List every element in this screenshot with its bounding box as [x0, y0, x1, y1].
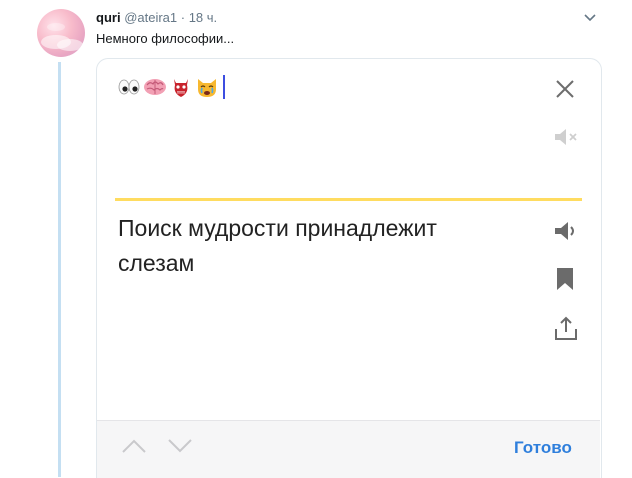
crying-cat-emoji [198, 79, 216, 97]
share-icon[interactable] [553, 315, 579, 341]
separator: · [177, 10, 189, 25]
close-icon[interactable] [554, 78, 576, 100]
eyes-emoji [118, 79, 140, 95]
tweet-text: Немного философии... [96, 31, 235, 46]
tweet-time[interactable]: 18 ч. [189, 10, 217, 25]
author-name[interactable]: quri [96, 10, 121, 25]
author-handle[interactable]: @ateira1 [124, 10, 177, 25]
chevron-up-icon[interactable] [121, 437, 147, 455]
done-button[interactable]: Готово [514, 438, 572, 458]
source-input[interactable] [117, 72, 225, 102]
avatar[interactable] [37, 9, 85, 57]
text-cursor [223, 75, 225, 99]
tweet-header: quri @ateira1 · 18 ч. [96, 10, 217, 25]
bookmark-icon[interactable] [555, 267, 575, 291]
translation-text: Поиск мудрости принадлежит слезам [118, 215, 437, 276]
mute-icon[interactable] [553, 126, 579, 148]
chevron-down-icon[interactable] [582, 10, 598, 26]
divider [115, 198, 582, 201]
speaker-icon[interactable] [552, 219, 580, 243]
thread-line [58, 62, 61, 477]
chevron-down-icon[interactable] [167, 437, 193, 455]
ogre-mask-emoji [174, 79, 188, 97]
brain-emoji [144, 79, 166, 95]
